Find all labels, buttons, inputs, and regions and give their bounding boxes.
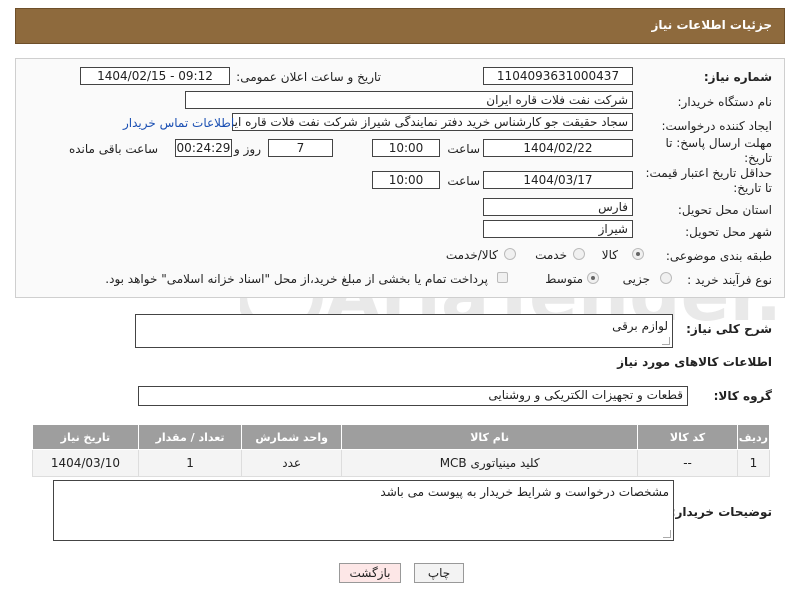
col-header-need-date: تاریخ نیاز: [32, 424, 139, 450]
remaining-label: ساعت باقی مانده: [68, 142, 158, 156]
goods-group-label: گروه کالا:: [713, 389, 772, 403]
need-number-label: شماره نیاز:: [703, 70, 772, 84]
goods-section-title: اطلاعات کالاهای مورد نیاز: [617, 355, 772, 369]
cell-row-number: 1: [736, 449, 771, 477]
col-header-item-code: کد کالا: [637, 424, 738, 450]
announce-field[interactable]: 1404/02/15 - 09:12: [80, 67, 230, 85]
category-option-goods: کالا: [601, 248, 618, 262]
summary-textarea[interactable]: لوازم برقی: [135, 314, 673, 348]
category-label: طبقه بندی موضوعی:: [665, 249, 772, 263]
cell-need-date: 1404/03/10: [32, 449, 139, 477]
price-validity-label: حداقل تاریخ اعتبار قیمت: تا تاریخ:: [645, 166, 772, 195]
remaining-time-field[interactable]: 00:24:29: [175, 139, 232, 157]
reply-date-field[interactable]: 1404/02/22: [483, 139, 633, 157]
col-header-row-number: ردیف: [736, 424, 771, 450]
page-header: جزئیات اطلاعات نیاز: [15, 8, 785, 44]
summary-text: لوازم برقی: [612, 319, 668, 333]
col-header-quantity: تعداد / مقدار: [137, 424, 243, 450]
days-label: روز و: [234, 142, 261, 156]
table-header-row: ردیف کد کالا نام کالا واحد شمارش تعداد /…: [32, 424, 771, 450]
reply-deadline-label: مهلت ارسال پاسخ: تا تاریخ:: [665, 136, 772, 165]
buyer-org-field[interactable]: شرکت نفت فلات قاره ایران: [185, 91, 633, 109]
reply-time-label: ساعت: [447, 142, 480, 156]
province-field[interactable]: فارس: [483, 198, 633, 216]
creator-label: ایجاد کننده درخواست:: [661, 119, 772, 133]
category-radio-goods[interactable]: [632, 248, 644, 260]
treasury-payment-checkbox[interactable]: [497, 272, 508, 283]
resize-handle[interactable]: [663, 530, 671, 538]
resize-handle[interactable]: [662, 337, 670, 345]
category-radio-goods-service[interactable]: [504, 248, 516, 260]
price-time-field[interactable]: 10:00: [372, 171, 440, 189]
cell-item-code: --: [637, 449, 738, 477]
category-option-service: خدمت: [535, 248, 567, 262]
goods-group-field[interactable]: قطعات و تجهیزات الکتریکی و روشنایی: [138, 386, 688, 406]
cell-quantity: 1: [137, 449, 243, 477]
announce-label: تاریخ و ساعت اعلان عمومی:: [236, 70, 381, 84]
days-field[interactable]: 7: [268, 139, 333, 157]
summary-label: شرح کلی نیاز:: [686, 322, 772, 336]
table-row: 1 -- کلید مینیاتوری MCB عدد 1 1404/03/10: [32, 449, 771, 477]
province-label: استان محل تحویل:: [677, 203, 772, 217]
back-button[interactable]: بازگشت: [339, 563, 401, 583]
buyer-notes-label: توضیحات خریدار:: [670, 505, 772, 519]
process-option-minor: جزیی: [622, 272, 650, 286]
price-time-label: ساعت: [447, 174, 480, 188]
city-field[interactable]: شیراز: [483, 220, 633, 238]
col-header-item-name: نام کالا: [340, 424, 639, 450]
process-radio-minor[interactable]: [660, 272, 672, 284]
page-title: جزئیات اطلاعات نیاز: [651, 18, 772, 32]
buyer-notes-textarea[interactable]: مشخصات درخواست و شرایط خریدار به پیوست م…: [53, 480, 674, 541]
process-label: نوع فرآیند خرید :: [687, 273, 772, 287]
process-option-medium: متوسط: [545, 272, 583, 286]
buyer-org-label: نام دستگاه خریدار:: [677, 95, 773, 109]
items-table: ردیف کد کالا نام کالا واحد شمارش تعداد /…: [32, 424, 771, 477]
category-radio-service[interactable]: [573, 248, 585, 260]
process-radio-medium[interactable]: [587, 272, 599, 284]
creator-field[interactable]: سجاد حقیقت جو کارشناس خرید دفتر نمایندگی…: [232, 113, 633, 131]
col-header-unit: واحد شمارش: [241, 424, 342, 450]
cell-item-name: کلید مینیاتوری MCB: [340, 449, 639, 477]
price-date-field[interactable]: 1404/03/17: [483, 171, 633, 189]
buyer-contact-link[interactable]: اطلاعات تماس خریدار: [123, 116, 234, 130]
print-button[interactable]: چاپ: [414, 563, 464, 583]
need-number-field[interactable]: 1104093631000437: [483, 67, 633, 85]
cell-unit: عدد: [241, 449, 342, 477]
payment-note: پرداخت تمام یا بخشی از مبلغ خرید،از محل …: [105, 272, 488, 286]
city-label: شهر محل تحویل:: [685, 225, 772, 239]
category-option-goods-service: کالا/خدمت: [445, 248, 498, 262]
reply-time-field[interactable]: 10:00: [372, 139, 440, 157]
buyer-notes-text: مشخصات درخواست و شرایط خریدار به پیوست م…: [380, 485, 669, 499]
